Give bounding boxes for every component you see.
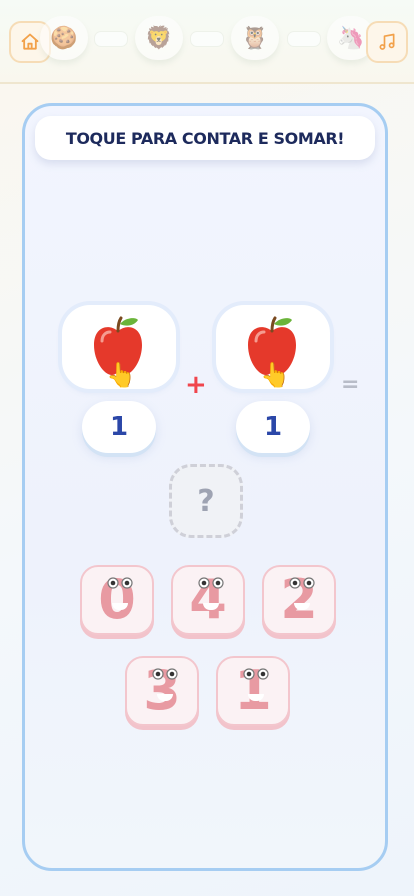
eyes-icon [107, 577, 133, 589]
instruction-banner: TOQUE PARA CONTAR E SOMAR! [35, 116, 375, 160]
music-note-icon [379, 33, 395, 50]
number-choice-0[interactable]: 0 [80, 565, 154, 635]
tap-pointer-icon: 👆 [260, 361, 290, 389]
answer-slot[interactable]: ? [169, 464, 243, 538]
number-choice-1[interactable]: 1 [216, 656, 290, 726]
game-card: TOQUE PARA CONTAR E SOMAR! 👆 1 + 👆 1 = ?… [22, 103, 388, 871]
level-connector [94, 31, 128, 47]
plus-operator: + [185, 370, 207, 400]
left-count-number: 1 [82, 401, 156, 453]
eyes-icon [289, 577, 315, 589]
tap-pointer-icon: 👆 [106, 361, 136, 389]
number-choice-4[interactable]: 4 [171, 565, 245, 635]
right-count-box[interactable]: 👆 [216, 305, 330, 389]
level-cookie-button[interactable]: 🍪 [40, 16, 88, 60]
eyes-icon [152, 668, 178, 680]
left-count-box[interactable]: 👆 [62, 305, 176, 389]
number-choice-3[interactable]: 3 [125, 656, 199, 726]
level-connector [287, 31, 321, 47]
right-count-number: 1 [236, 401, 310, 453]
eyes-icon [198, 577, 224, 589]
level-owl-button[interactable]: 🦉 [231, 16, 279, 60]
owl-icon: 🦉 [241, 25, 269, 51]
unicorn-icon: 🦄 [337, 25, 365, 51]
lion-icon: 🦁 [145, 25, 173, 51]
level-lion-button[interactable]: 🦁 [135, 16, 183, 60]
answer-placeholder: ? [197, 483, 215, 519]
home-icon [21, 33, 39, 50]
number-choice-2[interactable]: 2 [262, 565, 336, 635]
equals-operator: = [341, 372, 360, 397]
music-button[interactable] [366, 21, 408, 63]
instruction-text: TOQUE PARA CONTAR E SOMAR! [65, 128, 345, 148]
eyes-icon [243, 668, 269, 680]
cookie-icon: 🍪 [50, 25, 78, 51]
top-navigation-bar: 🍪 🦁 🦉 🦄 [0, 0, 414, 84]
level-connector [190, 31, 224, 47]
